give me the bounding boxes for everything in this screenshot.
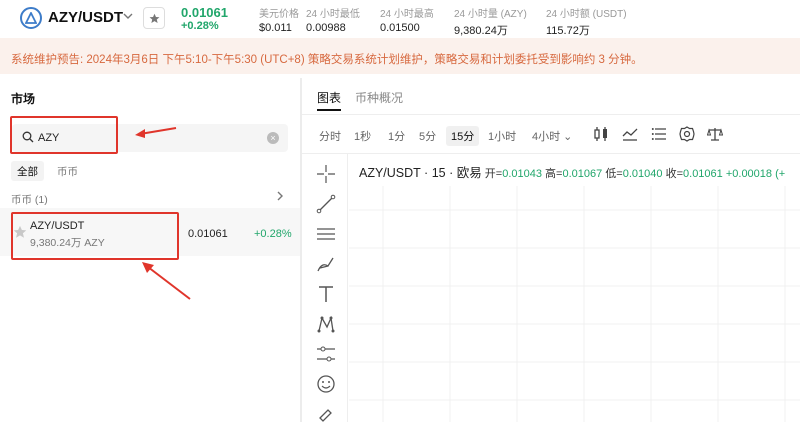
- stat-24h-low: 24 小时最低 0.00988: [306, 5, 360, 34]
- stat-value: 9,380.24万: [454, 25, 508, 37]
- divider: [302, 153, 800, 154]
- indicator-icon[interactable]: [622, 126, 638, 142]
- divider: [302, 114, 800, 115]
- favorite-star-button[interactable]: [143, 7, 165, 29]
- measure-icon[interactable]: [316, 344, 336, 364]
- chart-grid[interactable]: [349, 186, 800, 422]
- stat-usd-price: 美元价格 $0.011: [259, 5, 299, 34]
- interval-4h[interactable]: 4小时 ⌄: [532, 128, 572, 144]
- close-value: 0.01061: [683, 168, 723, 180]
- stat-value: 0.01500: [380, 22, 420, 34]
- azy-logo-icon: [20, 7, 42, 29]
- high-label: 高=: [545, 168, 563, 180]
- interval-1s[interactable]: 1秒: [354, 128, 371, 144]
- stat-label: 24 小时量 (AZY): [454, 9, 527, 20]
- ruler-icon[interactable]: [316, 404, 336, 424]
- stat-value: $0.011: [259, 22, 292, 34]
- emoji-icon[interactable]: [316, 374, 336, 394]
- annotation-highlight-box: [11, 212, 179, 260]
- low-label: 低=: [605, 168, 623, 180]
- pattern-icon[interactable]: [316, 314, 336, 334]
- interval-1h[interactable]: 1小时: [488, 128, 516, 144]
- price-change: +0.28%: [181, 20, 219, 32]
- brush-icon[interactable]: [316, 254, 336, 274]
- market-panel: 市场 AZY × 全部 币币 币币 (1) AZY/USDT 9,380.24万…: [0, 78, 300, 422]
- drawing-toolbar: [302, 154, 348, 422]
- stat-24h-volume: 24 小时量 (AZY) 9,380.24万: [454, 5, 527, 38]
- crosshair-icon[interactable]: [316, 164, 336, 184]
- active-tab-indicator: [317, 109, 341, 111]
- stat-24h-turnover: 24 小时额 (USDT) 115.72万: [546, 5, 627, 38]
- candlestick-icon[interactable]: [593, 126, 609, 142]
- tab-coin-overview[interactable]: 币种概况: [355, 89, 403, 106]
- open-label: 开=: [484, 168, 503, 180]
- row-price: 0.01061: [188, 228, 228, 240]
- annotation-highlight-box: [10, 116, 118, 154]
- annotation-arrow-icon: [135, 127, 177, 138]
- stat-value: 0.00988: [306, 22, 346, 34]
- settings-icon[interactable]: [679, 126, 695, 142]
- row-change: +0.28%: [254, 228, 292, 240]
- pair-title[interactable]: AZY/USDT: [48, 9, 123, 26]
- tab-all[interactable]: 全部: [11, 161, 44, 181]
- last-price: 0.01061: [181, 5, 228, 20]
- chevron-right-icon[interactable]: [276, 190, 284, 204]
- interval-1m[interactable]: 1分: [388, 128, 405, 144]
- scale-icon[interactable]: [707, 126, 723, 142]
- list-icon[interactable]: [651, 126, 667, 142]
- trendline-icon[interactable]: [316, 194, 336, 214]
- stat-label: 美元价格: [259, 9, 299, 20]
- high-value: 0.01067: [562, 168, 603, 180]
- section-header[interactable]: 币币 (1): [11, 192, 48, 207]
- close-label: 收=: [665, 168, 684, 180]
- chart-panel: 图表 币种概况 分时 1秒 1分 5分 15分 1小时 4小时 ⌄ AZY/US…: [302, 78, 800, 422]
- interval-timeline[interactable]: 分时: [319, 128, 341, 144]
- market-title: 市场: [11, 92, 36, 106]
- ohlc-legend: AZY/USDT · 15 · 欧易 开=0.01043 高=0.01067 低…: [359, 162, 785, 181]
- low-value: 0.01040: [622, 168, 663, 180]
- clear-search-icon[interactable]: ×: [267, 132, 279, 144]
- annotation-arrow-icon: [142, 262, 191, 300]
- stat-24h-high: 24 小时最高 0.01500: [380, 5, 434, 34]
- chart-symbol: AZY/USDT · 15 · 欧易: [359, 166, 482, 180]
- tab-chart[interactable]: 图表: [317, 89, 341, 106]
- stat-label: 24 小时最高: [380, 9, 434, 20]
- tab-spot[interactable]: 币币: [57, 164, 78, 179]
- change-value: +0.00018 (+: [725, 168, 786, 180]
- interval-15m[interactable]: 15分: [446, 126, 480, 146]
- stat-label: 24 小时最低: [306, 9, 360, 20]
- star-icon: [149, 13, 159, 23]
- stat-label: 24 小时额 (USDT): [546, 9, 627, 20]
- maintenance-banner: 系统维护预告: 2024年3月6日 下午5:10-下午5:30 (UTC+8) …: [0, 38, 800, 74]
- open-value: 0.01043: [502, 168, 542, 180]
- ticker-header: AZY/USDT 0.01061 +0.28% 美元价格 $0.011 24 小…: [0, 0, 800, 38]
- stat-value: 115.72万: [546, 25, 590, 37]
- interval-5m[interactable]: 5分: [419, 128, 436, 144]
- text-icon[interactable]: [316, 284, 336, 304]
- chevron-down-icon[interactable]: [123, 11, 133, 24]
- horizontal-lines-icon[interactable]: [316, 224, 336, 244]
